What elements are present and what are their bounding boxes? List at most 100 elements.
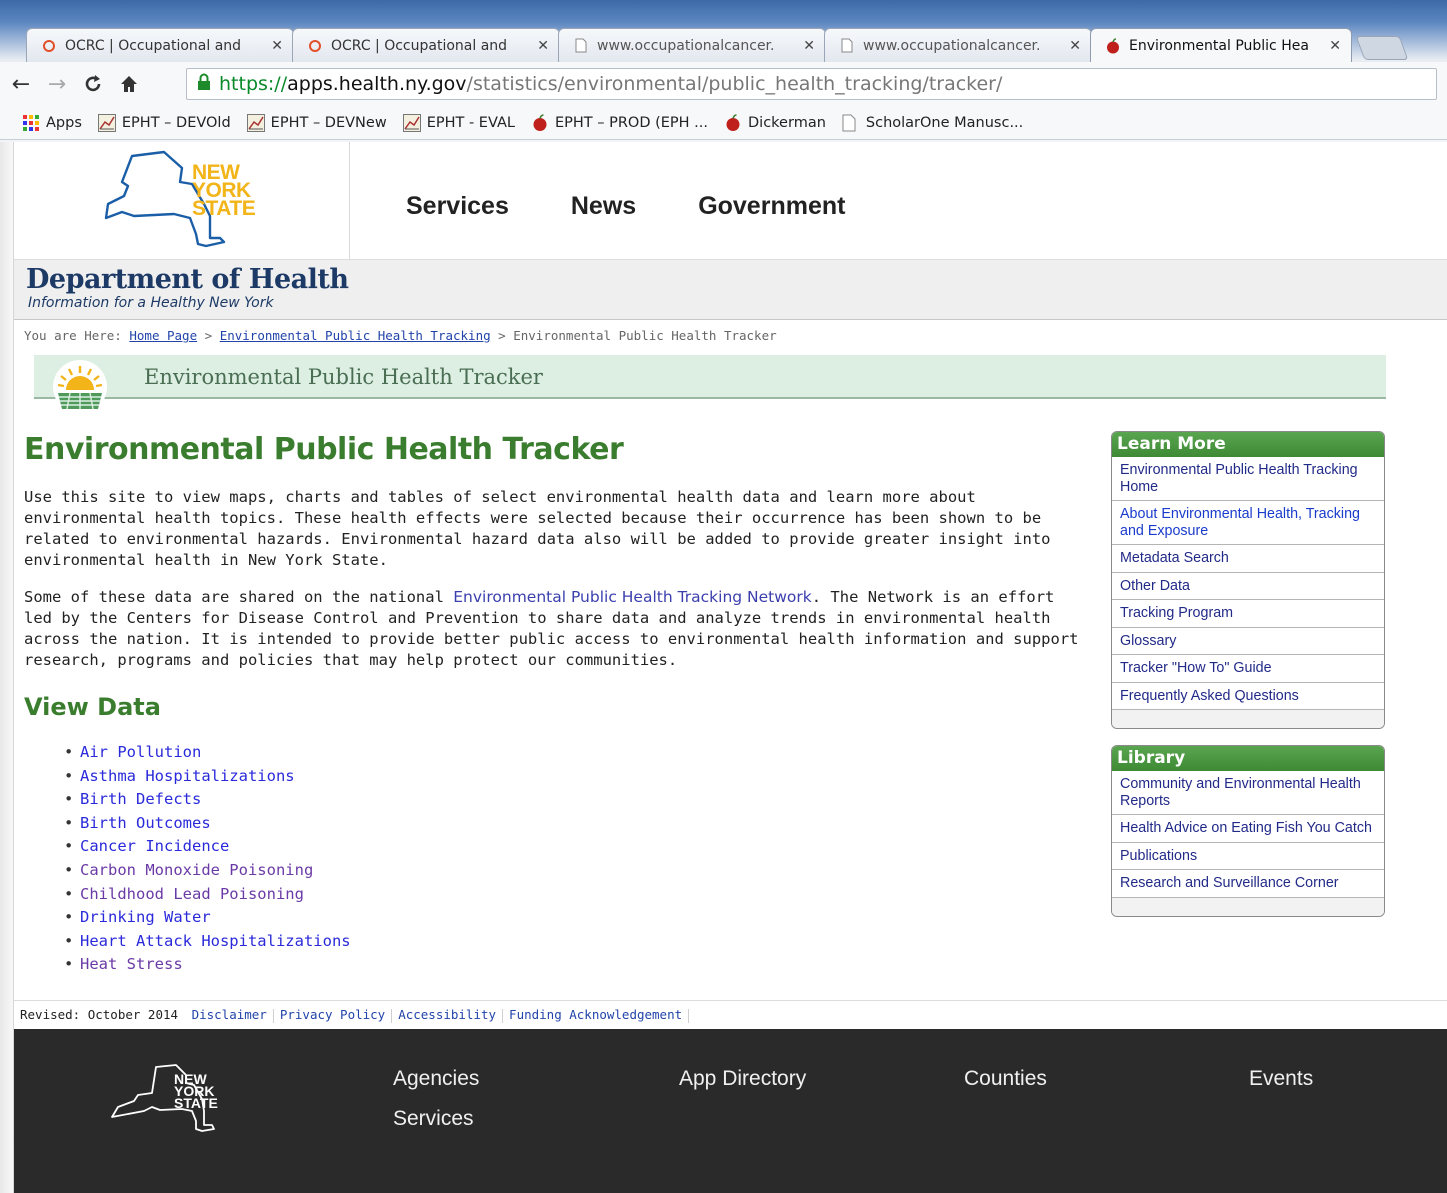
- data-link-air-pollution[interactable]: Air Pollution: [80, 743, 201, 761]
- list-item: Asthma Hospitalizations: [64, 765, 1084, 789]
- view-data-list: Air Pollution Asthma Hospitalizations Bi…: [24, 741, 1084, 977]
- list-item: Cancer Incidence: [64, 835, 1084, 859]
- list-item: Birth Outcomes: [64, 812, 1084, 836]
- lock-icon: [197, 73, 211, 96]
- data-link-lead-poisoning[interactable]: Childhood Lead Poisoning: [80, 885, 304, 903]
- link-epht-home[interactable]: Environmental Public Health Tracking Hom…: [1120, 462, 1358, 495]
- bookmark-label: Apps: [46, 114, 82, 131]
- breadcrumb-prefix: You are Here:: [24, 328, 122, 343]
- apps-grid-icon: [22, 114, 40, 132]
- reload-icon[interactable]: [78, 69, 108, 99]
- link-metadata-search[interactable]: Metadata Search: [1120, 550, 1229, 566]
- bookmark-epht-devold[interactable]: EPHT – DEVOld: [97, 113, 231, 132]
- department-banner: Department of Health Information for a H…: [14, 260, 1447, 320]
- tab-strip: OCRC | Occupational and ✕ OCRC | Occupat…: [0, 24, 1447, 62]
- bookmark-scholarone[interactable]: ScholarOne Manusc...: [842, 114, 1023, 132]
- link-publications[interactable]: Publications: [1120, 848, 1197, 864]
- link-research-corner[interactable]: Research and Surveillance Corner: [1120, 875, 1339, 891]
- home-icon[interactable]: [114, 69, 144, 99]
- footer-link-privacy[interactable]: Privacy Policy: [280, 1007, 385, 1022]
- footer-nys-logo[interactable]: NEW YORK STATE: [106, 1061, 236, 1145]
- tab-title: OCRC | Occupational and: [65, 37, 242, 54]
- box-footer: [1112, 897, 1384, 916]
- department-title[interactable]: Department of Health: [26, 264, 349, 295]
- library-item: Health Advice on Eating Fish You Catch: [1112, 815, 1384, 843]
- close-icon[interactable]: ✕: [1329, 38, 1341, 54]
- nav-services[interactable]: Services: [406, 192, 509, 221]
- chart-icon: [402, 113, 421, 132]
- browser-tab-3[interactable]: www.occupationalcancer. ✕: [558, 28, 826, 62]
- link-community-reports[interactable]: Community and Environmental Health Repor…: [1120, 776, 1361, 809]
- nys-header: NEW YORK STATE Services News Government: [14, 142, 1447, 260]
- data-link-birth-defects[interactable]: Birth Defects: [80, 790, 201, 808]
- learn-more-item: Other Data: [1112, 573, 1384, 600]
- chart-icon: [246, 113, 265, 132]
- link-glossary[interactable]: Glossary: [1120, 633, 1176, 649]
- footer-link-funding[interactable]: Funding Acknowledgement: [509, 1007, 682, 1022]
- close-icon[interactable]: ✕: [271, 38, 283, 54]
- link-fish-advice[interactable]: Health Advice on Eating Fish You Catch: [1120, 820, 1372, 836]
- data-link-cancer-incidence[interactable]: Cancer Incidence: [80, 837, 229, 855]
- bookmark-apps[interactable]: Apps: [22, 114, 82, 132]
- data-link-drinking-water[interactable]: Drinking Water: [80, 908, 211, 926]
- breadcrumb-current: Environmental Public Health Tracker: [513, 328, 777, 343]
- breadcrumb-home-link[interactable]: Home Page: [129, 328, 197, 343]
- logo-word-state: STATE: [174, 1095, 218, 1111]
- web-page: NEW YORK STATE Services News Government …: [14, 142, 1447, 1193]
- link-other-data[interactable]: Other Data: [1120, 578, 1190, 594]
- close-icon[interactable]: ✕: [537, 38, 549, 54]
- bookmark-dickerman[interactable]: Dickerman: [724, 113, 826, 132]
- nys-footer: NEW YORK STATE Agencies Services App Dir…: [14, 1029, 1447, 1193]
- library-box: Library Community and Environmental Heal…: [1111, 745, 1385, 917]
- footer-link-accessibility[interactable]: Accessibility: [398, 1007, 496, 1022]
- learn-more-item: Environmental Public Health Tracking Hom…: [1112, 457, 1384, 501]
- footer-link-disclaimer[interactable]: Disclaimer: [192, 1007, 267, 1022]
- apple-icon: [1105, 37, 1121, 54]
- bookmark-epht-eval[interactable]: EPHT - EVAL: [402, 113, 515, 132]
- nav-news[interactable]: News: [571, 192, 636, 221]
- link-tracking-program[interactable]: Tracking Program: [1120, 605, 1233, 621]
- browser-tab-1[interactable]: OCRC | Occupational and ✕: [26, 28, 294, 62]
- apple-icon: [531, 113, 549, 132]
- tracking-network-link[interactable]: Environmental Public Health Tracking Net…: [453, 588, 812, 606]
- browser-tab-active[interactable]: Environmental Public Hea ✕: [1090, 28, 1352, 62]
- department-tagline: Information for a Healthy New York: [28, 295, 274, 311]
- bookmark-label: EPHT – DEVNew: [270, 114, 387, 131]
- footer-nav-events[interactable]: Events: [1249, 1067, 1313, 1091]
- learn-more-item: Metadata Search: [1112, 545, 1384, 573]
- link-faq[interactable]: Frequently Asked Questions: [1120, 688, 1299, 704]
- footer-nav-app-directory[interactable]: App Directory: [679, 1067, 806, 1091]
- address-bar[interactable]: https://apps.health.ny.gov/statistics/en…: [186, 68, 1437, 100]
- data-link-heat-stress[interactable]: Heat Stress: [80, 955, 183, 973]
- data-link-asthma[interactable]: Asthma Hospitalizations: [80, 767, 295, 785]
- link-how-to-guide[interactable]: Tracker "How To" Guide: [1120, 660, 1272, 676]
- revised-date: Revised: October 2014: [20, 1007, 179, 1022]
- footer-links: Revised: October 2014 Disclaimer Privacy …: [20, 1007, 695, 1023]
- footer-nav-agencies[interactable]: Agencies: [393, 1067, 479, 1091]
- nys-logo[interactable]: NEW YORK STATE: [14, 142, 350, 260]
- footer-nav-counties[interactable]: Counties: [964, 1067, 1047, 1091]
- forward-arrow-icon[interactable]: →: [42, 69, 72, 99]
- view-data-heading: View Data: [24, 693, 161, 721]
- close-icon[interactable]: ✕: [803, 38, 815, 54]
- browser-chrome: OCRC | Occupational and ✕ OCRC | Occupat…: [0, 0, 1447, 142]
- data-link-birth-outcomes[interactable]: Birth Outcomes: [80, 814, 211, 832]
- close-icon[interactable]: ✕: [1069, 38, 1081, 54]
- data-link-carbon-monoxide[interactable]: Carbon Monoxide Poisoning: [80, 861, 313, 879]
- breadcrumb-separator: >: [498, 328, 506, 343]
- page-icon: [839, 38, 855, 54]
- bookmark-epht-devnew[interactable]: EPHT – DEVNew: [246, 113, 387, 132]
- breadcrumb-section-link[interactable]: Environmental Public Health Tracking: [220, 328, 491, 343]
- data-link-heart-attack[interactable]: Heart Attack Hospitalizations: [80, 932, 351, 950]
- browser-tab-4[interactable]: www.occupationalcancer. ✕: [824, 28, 1092, 62]
- new-tab-button[interactable]: [1355, 36, 1409, 60]
- back-arrow-icon[interactable]: ←: [6, 69, 36, 99]
- footer-nav-services[interactable]: Services: [393, 1107, 474, 1131]
- browser-tab-2[interactable]: OCRC | Occupational and ✕: [292, 28, 560, 62]
- bookmark-epht-prod[interactable]: EPHT – PROD (EPH ...: [531, 113, 708, 132]
- nav-government[interactable]: Government: [698, 192, 845, 221]
- link-about-env-health[interactable]: About Environmental Health, Tracking and…: [1120, 506, 1360, 539]
- breadcrumb-separator: >: [204, 328, 213, 343]
- ring-icon: [307, 38, 323, 54]
- tab-title: www.occupationalcancer.: [597, 37, 775, 54]
